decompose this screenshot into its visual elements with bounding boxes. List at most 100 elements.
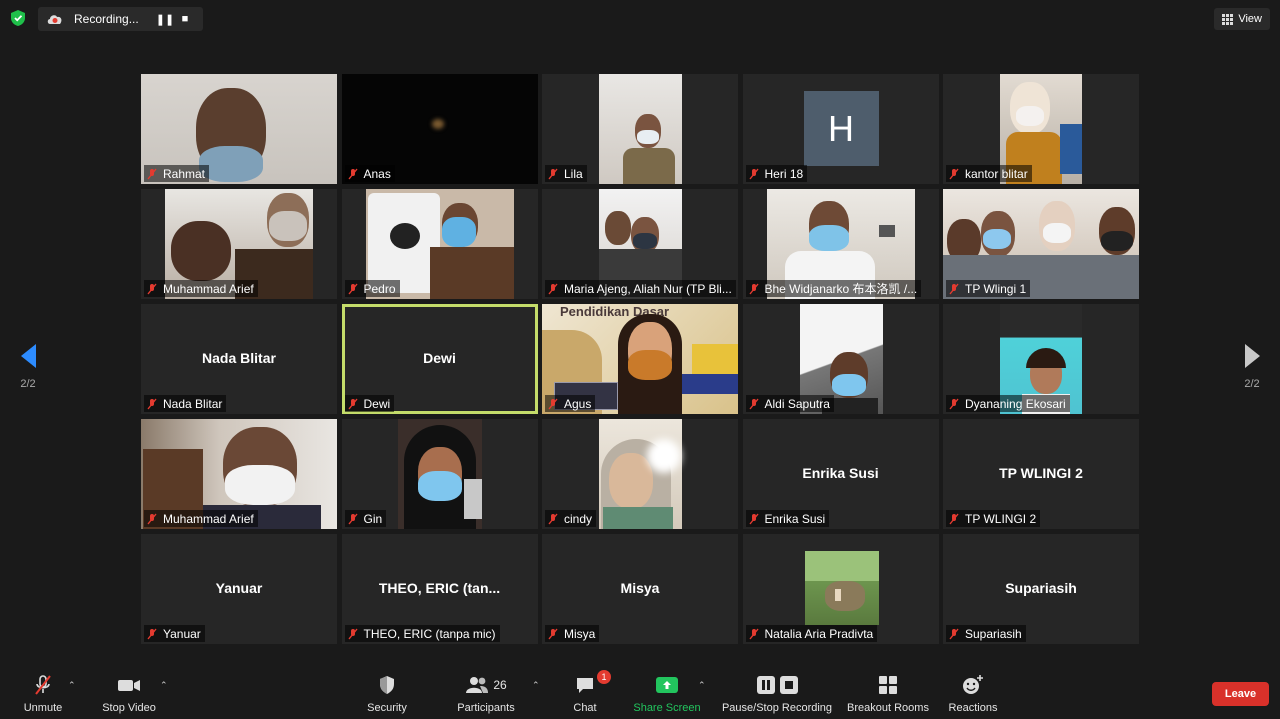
active-speaker-tile[interactable]: Dewi Dewi [341,304,538,414]
next-page-button[interactable]: 2/2 [1237,344,1267,390]
audio-options-caret-icon[interactable]: ⌃ [68,680,76,691]
participant-tile[interactable]: Lila [542,74,738,184]
muted-mic-icon [548,513,558,524]
participant-tile[interactable]: Maria Ajeng, Aliah Nur (TP Bli... [542,189,738,299]
participant-name-label: Anas [344,165,395,182]
muted-mic-icon [147,168,157,179]
breakout-rooms-button[interactable]: Breakout Rooms [845,674,931,714]
participant-name-label: Rahmat [144,165,210,182]
participant-tile[interactable]: Muhammad Arief [141,419,337,529]
page-indicator-left: 2/2 [20,378,36,390]
participant-tile[interactable]: Muhammad Arief [141,189,337,299]
participant-name-label: TP WLINGI 2 [946,510,1041,527]
muted-mic-icon [748,628,759,639]
reactions-button[interactable]: Reactions [945,674,1001,714]
participant-tile[interactable]: THEO, ERIC (tan... THEO, ERIC (tanpa mic… [341,534,538,644]
participant-name-label: Supariasih [946,625,1026,642]
participants-label: Participants [457,702,515,714]
muted-mic-icon [949,168,959,179]
participant-display-name: Dewi [423,350,456,366]
previous-page-button[interactable]: 2/2 [13,344,43,390]
security-label: Security [367,702,407,714]
muted-mic-icon [347,168,358,179]
unmute-label: Unmute [23,702,63,714]
participant-tile[interactable]: Yanuar Yanuar [141,534,337,644]
muted-mic-icon [949,628,959,639]
shield-icon [380,676,394,694]
participant-tile[interactable]: Pedro [341,189,538,299]
participant-tile[interactable]: TP Wlingi 1 [943,189,1139,299]
participant-display-name: THEO, ERIC (tan... [378,580,501,596]
share-screen-label: Share Screen [633,702,701,714]
participant-video [397,419,482,529]
participant-tile[interactable]: cindy [542,419,738,529]
participant-tile[interactable]: Nada Blitar Nada Blitar [141,304,337,414]
participants-options-caret-icon[interactable]: ⌃ [532,680,540,691]
participants-button[interactable]: 26 Participants [452,674,520,714]
participant-name-label: Muhammad Arief [144,280,258,297]
participant-video [599,419,682,529]
participant-name-label: Misya [545,625,600,642]
muted-mic-icon [347,513,358,524]
recording-label: Recording... [74,12,139,26]
participant-name-label: Enrika Susi [745,510,830,527]
participant-name-label: Nada Blitar [144,395,227,412]
video-gallery: Rahmat Anas Lila H Heri 18 kantor blitar [141,74,1139,644]
share-screen-icon [656,677,678,693]
video-options-caret-icon[interactable]: ⌃ [160,680,168,691]
leave-button[interactable]: Leave [1212,682,1269,706]
view-label: View [1238,13,1262,25]
security-button[interactable]: Security [362,674,412,714]
security-shield-icon[interactable] [8,8,28,28]
participant-name-label: Dyananing Ekosari [946,395,1070,412]
participant-tile[interactable]: Bhe Widjanarko 布本洛凯 /... [742,189,939,299]
participant-display-name: TP WLINGI 2 [999,465,1083,481]
breakout-rooms-icon [879,676,897,694]
pause-icon [756,676,775,694]
participant-tile[interactable]: H Heri 18 [742,74,939,184]
participant-tile[interactable]: Supariasih Supariasih [943,534,1139,644]
unmute-button[interactable]: Unmute [18,674,68,714]
stop-icon [779,676,798,694]
participant-name-label: Bhe Widjanarko 布本洛凯 /... [745,280,922,297]
participant-tile[interactable]: Pendidikan Dasar Agus [542,304,738,414]
stop-video-label: Stop Video [102,702,156,714]
participant-tile[interactable]: TP WLINGI 2 TP WLINGI 2 [943,419,1139,529]
participant-display-name: Yanuar [215,580,263,596]
participant-name-label: THEO, ERIC (tanpa mic) [344,625,500,642]
participant-tile[interactable]: Anas [341,74,538,184]
breakout-rooms-label: Breakout Rooms [847,702,929,714]
participant-tile[interactable]: Aldi Saputra [742,304,939,414]
pause-stop-recording-label: Pause/Stop Recording [721,702,833,714]
participant-video [599,74,682,184]
participant-tile[interactable]: Gin [341,419,538,529]
participant-name-label: Muhammad Arief [144,510,258,527]
muted-mic-icon [949,513,959,524]
chat-button[interactable]: 1 Chat [565,670,611,714]
participant-tile[interactable]: Enrika Susi Enrika Susi [742,419,939,529]
participant-name-label: Heri 18 [745,165,808,182]
smiley-plus-icon [963,675,983,694]
muted-mic-icon [347,398,358,409]
participant-name-label: Pedro [344,280,400,297]
share-options-caret-icon[interactable]: ⌃ [698,680,706,691]
muted-mic-icon [347,283,358,294]
view-button[interactable]: View [1214,8,1270,30]
video-camera-icon [118,680,140,691]
stop-recording-icon[interactable]: ■ [175,13,195,25]
arrow-right-icon [1244,344,1260,368]
share-screen-button[interactable]: Share Screen [632,674,702,714]
participant-tile[interactable]: Dyananing Ekosari [943,304,1139,414]
stop-video-button[interactable]: Stop Video [98,674,160,714]
participant-name-label: Aldi Saputra [745,395,834,412]
muted-mic-icon [147,513,157,524]
participant-tile[interactable]: Misya Misya [542,534,738,644]
pause-recording-icon[interactable]: ❚❚ [155,13,175,26]
participant-tile[interactable]: kantor blitar [943,74,1139,184]
participant-count: 26 [493,678,507,692]
participant-tile[interactable]: Natalia Aria Pradivta [742,534,939,644]
pause-stop-recording-button[interactable]: Pause/Stop Recording [720,674,834,714]
participant-tile[interactable]: Rahmat [141,74,337,184]
participant-avatar: H [803,91,879,166]
muted-mic-icon [949,398,959,409]
